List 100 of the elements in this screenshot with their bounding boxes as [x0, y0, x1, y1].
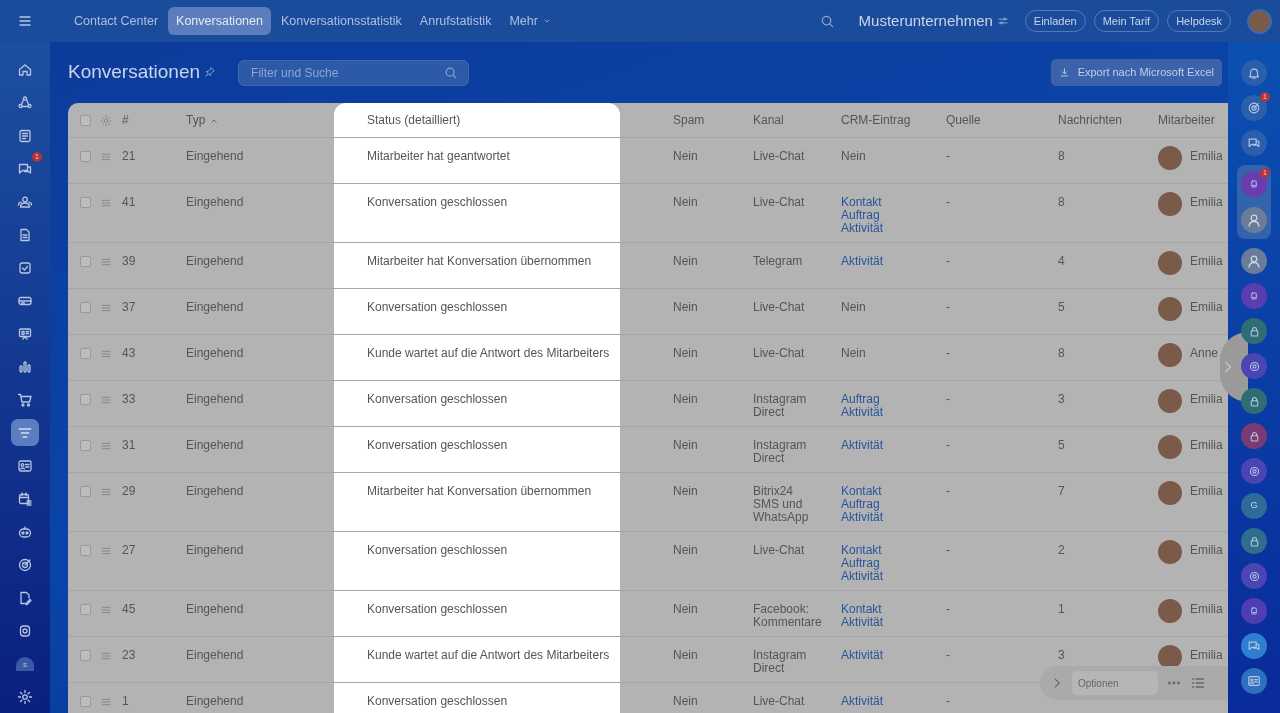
sidebar-app[interactable] — [1241, 598, 1267, 624]
table-cell: Kunde wartet auf die Antwort des Mitarbeiters — [367, 346, 610, 360]
table-cell: Eingehend — [186, 392, 244, 406]
company-name[interactable]: Musterunternehmen — [858, 9, 993, 33]
options-field[interactable]: Optionen — [1072, 671, 1158, 695]
search-icon[interactable] — [819, 13, 835, 29]
row-checkbox[interactable] — [80, 256, 91, 267]
employee-name[interactable]: Emilia — [1190, 439, 1223, 452]
user-avatar[interactable] — [1241, 207, 1267, 233]
sidebar-app[interactable] — [1241, 563, 1267, 589]
crm-link[interactable]: Aktivität — [841, 439, 946, 452]
user-initial[interactable]: s — [16, 656, 34, 671]
employee-name[interactable]: Emilia — [1190, 649, 1223, 662]
sidebar-app[interactable] — [1241, 318, 1267, 344]
column-header[interactable]: Nachrichten — [1058, 114, 1123, 127]
column-header[interactable]: Spam — [673, 114, 705, 127]
crm-link[interactable]: Auftrag — [841, 393, 946, 406]
sidebar-app[interactable] — [1241, 528, 1267, 554]
row-checkbox[interactable] — [80, 696, 91, 707]
crm-link[interactable]: Aktivität — [841, 649, 946, 662]
sidebar-app[interactable] — [1241, 353, 1267, 379]
row-checkbox[interactable] — [80, 650, 91, 661]
employee-name[interactable]: Emilia — [1190, 301, 1223, 314]
table-cell: 21 — [122, 149, 136, 163]
employee-name[interactable]: Emilia — [1190, 196, 1223, 209]
row-checkbox[interactable] — [80, 486, 91, 497]
row-checkbox[interactable] — [80, 604, 91, 615]
row-checkbox[interactable] — [80, 197, 91, 208]
row-checkbox[interactable] — [80, 348, 91, 359]
nav-tab[interactable]: Konversationsstatistik — [272, 6, 410, 36]
crm-link[interactable]: Aktivität — [841, 695, 946, 708]
sidebar-app[interactable] — [1241, 668, 1267, 694]
sidebar-app[interactable] — [1241, 388, 1267, 414]
sidebar-app[interactable] — [1241, 283, 1267, 309]
crm-link[interactable]: Auftrag — [841, 498, 946, 511]
table-cell: Eingehend — [186, 346, 244, 360]
crm-link[interactable]: Kontakt — [841, 544, 946, 557]
column-header[interactable]: Status (detailliert) — [367, 114, 461, 127]
sidebar-item[interactable] — [11, 419, 39, 446]
sidebar-app[interactable] — [1241, 130, 1267, 156]
nav-tab[interactable]: Contact Center — [66, 6, 167, 36]
crm-link[interactable]: Aktivität — [841, 255, 946, 268]
table-cell-text: Live-Chat — [753, 301, 806, 314]
nav-tab[interactable]: Konversationen — [168, 6, 271, 36]
table-cell: Konversation geschlossen — [367, 438, 508, 452]
sliders-icon[interactable] — [996, 15, 1009, 27]
employee-name[interactable]: Emilia — [1190, 603, 1223, 616]
nav-tab[interactable]: Mehr — [501, 6, 560, 36]
select-all-checkbox[interactable] — [80, 115, 91, 126]
crm-link[interactable]: Aktivität — [841, 570, 946, 583]
export-button[interactable]: Export nach Microsoft Excel — [1050, 59, 1222, 86]
list-icon[interactable] — [1190, 675, 1206, 691]
sidebar-app[interactable]: G — [1241, 493, 1267, 519]
crm-link[interactable]: Kontakt — [841, 485, 946, 498]
table-cell-text: Telegram — [753, 255, 804, 268]
employee-name[interactable]: Emilia — [1190, 544, 1223, 557]
table-cell: - — [946, 254, 950, 268]
sidebar-app[interactable] — [1241, 423, 1267, 449]
column-header[interactable]: Kanal — [753, 114, 784, 127]
badge-app-icon — [1248, 290, 1260, 302]
column-header[interactable]: Quelle — [946, 114, 981, 127]
row-checkbox[interactable] — [80, 440, 91, 451]
employee-name[interactable]: Emilia — [1190, 150, 1223, 163]
sidebar-app[interactable] — [1241, 458, 1267, 484]
search-field[interactable]: Filter und Suche — [238, 59, 470, 86]
column-header[interactable]: Typ — [186, 114, 220, 127]
row-checkbox[interactable] — [80, 545, 91, 556]
table-cell: 37 — [122, 300, 136, 314]
employee-name[interactable]: Anne — [1190, 347, 1219, 360]
column-header[interactable]: # — [122, 114, 129, 127]
table-cell: - — [946, 602, 950, 616]
download-icon — [1058, 67, 1070, 78]
column-header[interactable]: CRM-Eintrag — [841, 114, 911, 127]
row-checkbox[interactable] — [80, 151, 91, 162]
crm-link[interactable]: Aktivität — [841, 616, 946, 629]
crm-link[interactable]: Aktivität — [841, 511, 946, 524]
nav-tab[interactable]: Anrufstatistik — [411, 6, 500, 36]
crm-link[interactable]: Aktivität — [841, 406, 946, 419]
employee-name[interactable]: Emilia — [1190, 485, 1223, 498]
pin-icon[interactable] — [204, 66, 217, 79]
table-cell: 5 — [1058, 438, 1065, 452]
table-cell: 27 — [122, 543, 136, 557]
employee-name[interactable]: Emilia — [1190, 393, 1223, 406]
table-cell: Nein — [673, 254, 698, 268]
crm-link[interactable]: Kontakt — [841, 603, 946, 616]
crm-link[interactable]: Auftrag — [841, 557, 946, 570]
crm-link[interactable]: Auftrag — [841, 209, 946, 222]
table-cell: Eingehend — [186, 300, 244, 314]
menu-icon[interactable] — [17, 13, 33, 29]
user-avatar[interactable] — [1241, 248, 1267, 274]
notifications-button[interactable] — [1241, 60, 1267, 86]
sidebar-app[interactable] — [1241, 633, 1267, 659]
employee-name[interactable]: Emilia — [1190, 255, 1223, 268]
crm-link[interactable]: Kontakt — [841, 196, 946, 209]
column-header[interactable]: Mitarbeiter — [1158, 114, 1215, 127]
search-input[interactable]: Filter und Suche — [249, 62, 445, 83]
row-checkbox[interactable] — [80, 302, 91, 313]
row-checkbox[interactable] — [80, 394, 91, 405]
table-cell: Kunde wartet auf die Antwort des Mitarbeiters — [367, 648, 610, 662]
crm-link[interactable]: Aktivität — [841, 222, 946, 235]
